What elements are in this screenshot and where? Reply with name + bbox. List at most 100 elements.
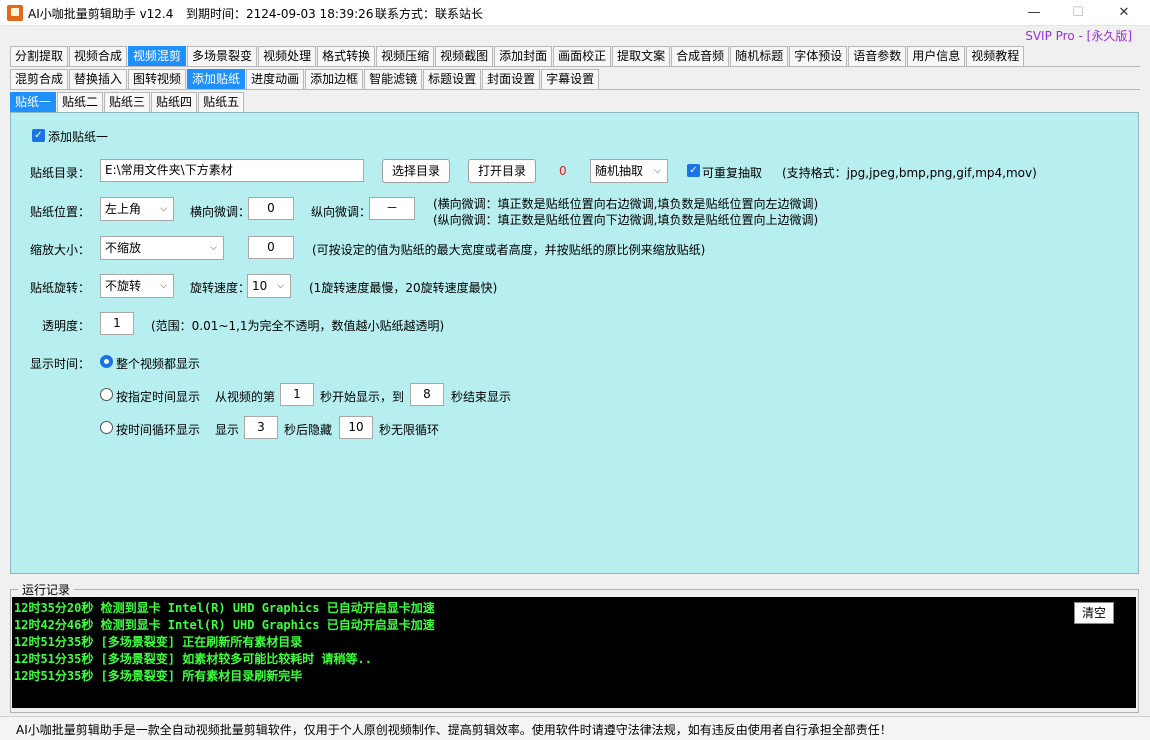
tab-random-title[interactable]: 随机标题 <box>730 46 789 66</box>
range-start-input[interactable]: 1 <box>280 383 314 406</box>
tab-user-info[interactable]: 用户信息 <box>907 46 966 66</box>
tab-voice-params[interactable]: 语音参数 <box>848 46 907 66</box>
tab-sticker-5[interactable]: 贴纸五 <box>198 92 245 112</box>
v-adjust-input[interactable]: － <box>369 197 415 220</box>
tab-multi-scene[interactable]: 多场景裂变 <box>187 46 258 66</box>
tab-font-preset[interactable]: 字体预设 <box>789 46 848 66</box>
loop-show-label: 显示 <box>215 423 240 437</box>
whole-video-radio[interactable] <box>100 355 113 368</box>
whole-video-label: 整个视频都显示 <box>116 357 201 371</box>
tab-split-extract[interactable]: 分割提取 <box>10 46 69 66</box>
rotate-speed-select[interactable]: 10 ⌵ <box>247 274 291 298</box>
opacity-note: (范围：0.01~1,1为完全不透明，数值越小贴纸越透明) <box>151 319 445 333</box>
add-sticker-checkbox[interactable]: ✓ <box>32 129 45 142</box>
scale-size-input[interactable]: 0 <box>248 236 294 259</box>
time-range-radio[interactable] <box>100 388 113 401</box>
v-adjust-label: 纵向微调： <box>311 205 372 219</box>
tab-divider <box>10 66 1140 67</box>
position-select[interactable]: 左上角 ⌵ <box>100 197 174 221</box>
range-from-label: 从视频的第 <box>215 390 276 404</box>
expiry-time: 到期时间：2124-09-03 18:39:26 <box>186 7 374 21</box>
loop-radio[interactable] <box>100 421 113 434</box>
contact-info: 联系方式：联系站长 <box>375 7 484 21</box>
tab-compose-audio[interactable]: 合成音频 <box>671 46 730 66</box>
tab-video-compress[interactable]: 视频压缩 <box>376 46 435 66</box>
log-line: 12时42分46秒 检测到显卡 Intel(R) UHD Graphics 已自… <box>14 618 435 632</box>
run-log[interactable]: 12时35分20秒 检测到显卡 Intel(R) UHD Graphics 已自… <box>12 597 1136 708</box>
range-mid-label: 秒开始显示，到 <box>320 390 405 404</box>
supported-formats: (支持格式：jpg,jpeg,bmp,png,gif,mp4,mov) <box>782 166 1037 180</box>
log-line: 12时51分35秒 [多场景裂变] 正在刷新所有素材目录 <box>14 635 303 649</box>
repeat-pick-label: 可重复抽取 <box>702 166 763 180</box>
h-adjust-label: 横向微调： <box>190 205 251 219</box>
loop-label: 按时间循环显示 <box>116 423 201 437</box>
tab-format-convert[interactable]: 格式转换 <box>317 46 376 66</box>
loop-hide-label: 秒后隐藏 <box>284 423 333 437</box>
log-line: 12时51分35秒 [多场景裂变] 所有素材目录刷新完毕 <box>14 669 303 683</box>
sticker-position-label: 贴纸位置： <box>30 205 91 219</box>
tab-subtitle-settings[interactable]: 字幕设置 <box>541 69 600 89</box>
h-adjust-note: (横向微调：填正数是贴纸位置向右边微调,填负数是贴纸位置向左边微调) <box>433 197 819 211</box>
material-count: 0 <box>559 164 567 178</box>
loop-tail-label: 秒无限循环 <box>379 423 440 437</box>
chevron-down-icon: ⌵ <box>277 281 284 291</box>
tab-sticker-4[interactable]: 贴纸四 <box>151 92 198 112</box>
tab-video-tutorial[interactable]: 视频教程 <box>966 46 1025 66</box>
clear-log-button[interactable]: 清空 <box>1074 602 1114 624</box>
tab-add-border[interactable]: 添加边框 <box>305 69 364 89</box>
tab-smart-filter[interactable]: 智能滤镜 <box>364 69 423 89</box>
tab-mix-compose[interactable]: 混剪合成 <box>10 69 69 89</box>
chevron-down-icon: ⌵ <box>210 243 217 253</box>
loop-show-input[interactable]: 3 <box>244 416 278 439</box>
app-logo-icon <box>7 5 23 21</box>
tab-video-mix[interactable]: 视频混剪 <box>128 46 187 66</box>
tab-video-compose[interactable]: 视频合成 <box>69 46 128 66</box>
opacity-input[interactable]: 1 <box>100 312 134 335</box>
tab-sticker-1[interactable]: 贴纸一 <box>10 92 57 112</box>
tab-cover-settings[interactable]: 封面设置 <box>482 69 541 89</box>
sticker-dir-label: 贴纸目录： <box>30 166 91 180</box>
rotate-speed-label: 旋转速度： <box>190 281 251 295</box>
tab-add-sticker[interactable]: 添加贴纸 <box>187 69 246 89</box>
loop-hide-input[interactable]: 10 <box>339 416 373 439</box>
minimize-icon[interactable]: — <box>1020 4 1048 22</box>
rotate-speed-value: 10 <box>252 279 268 293</box>
maximize-icon[interactable]: ☐ <box>1064 4 1092 22</box>
tab-frame-correct[interactable]: 画面校正 <box>553 46 612 66</box>
rotate-label: 贴纸旋转： <box>30 281 91 295</box>
tab-extract-text[interactable]: 提取文案 <box>612 46 671 66</box>
range-end-input[interactable]: 8 <box>410 383 444 406</box>
chevron-down-icon: ⌵ <box>654 166 661 176</box>
sticker-dir-input[interactable]: E:\常用文件夹\下方素材 <box>100 159 364 182</box>
rotate-select[interactable]: 不旋转 ⌵ <box>100 274 174 298</box>
tab-replace-insert[interactable]: 替换插入 <box>69 69 128 89</box>
tab-image-to-video[interactable]: 图转视频 <box>128 69 187 89</box>
chevron-down-icon: ⌵ <box>160 204 167 214</box>
rotate-value: 不旋转 <box>105 279 142 293</box>
sub-tabs: 混剪合成 替换插入 图转视频 添加贴纸 进度动画 添加边框 智能滤镜 标题设置 … <box>10 69 600 89</box>
tab-progress-anim[interactable]: 进度动画 <box>246 69 305 89</box>
log-title: 运行记录 <box>18 581 75 598</box>
tab-sticker-2[interactable]: 贴纸二 <box>57 92 104 112</box>
tab-divider <box>10 89 1140 90</box>
tab-video-process[interactable]: 视频处理 <box>258 46 317 66</box>
svip-badge: SVIP Pro - [永久版] <box>1025 29 1132 43</box>
open-dir-button[interactable]: 打开目录 <box>468 159 536 183</box>
h-adjust-input[interactable]: 0 <box>248 197 294 220</box>
repeat-pick-checkbox[interactable]: ✓ <box>687 164 700 177</box>
status-bar: AI小咖批量剪辑助手是一款全自动视频批量剪辑软件，仅用于个人原创视频制作、提高剪… <box>0 716 1150 740</box>
position-value: 左上角 <box>105 202 142 216</box>
scale-note: (可按设定的值为贴纸的最大宽度或者高度，并按贴纸的原比例来缩放贴纸) <box>312 243 706 257</box>
choose-dir-button[interactable]: 选择目录 <box>382 159 450 183</box>
chevron-down-icon: ⌵ <box>160 281 167 291</box>
close-icon[interactable]: ✕ <box>1110 4 1138 22</box>
tab-sticker-3[interactable]: 贴纸三 <box>104 92 151 112</box>
pick-mode-select[interactable]: 随机抽取 ⌵ <box>590 159 668 183</box>
tab-title-settings[interactable]: 标题设置 <box>423 69 482 89</box>
main-tabs: 分割提取 视频合成 视频混剪 多场景裂变 视频处理 格式转换 视频压缩 视频截图… <box>10 46 1025 66</box>
tab-add-cover[interactable]: 添加封面 <box>494 46 553 66</box>
scale-value: 不缩放 <box>105 241 142 255</box>
scale-select[interactable]: 不缩放 ⌵ <box>100 236 224 260</box>
tab-video-screenshot[interactable]: 视频截图 <box>435 46 494 66</box>
disclaimer-text: AI小咖批量剪辑助手是一款全自动视频批量剪辑软件，仅用于个人原创视频制作、提高剪… <box>16 723 892 737</box>
